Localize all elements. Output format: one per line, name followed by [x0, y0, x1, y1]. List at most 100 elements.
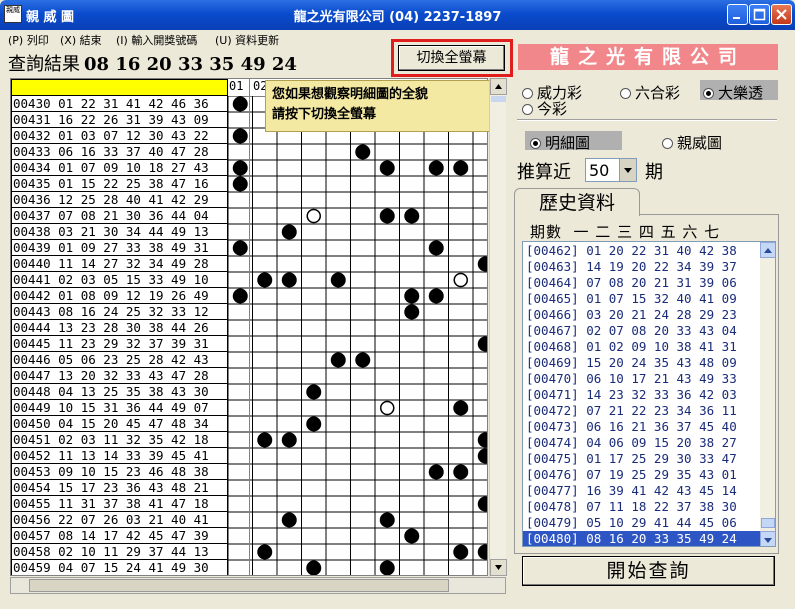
- hit-marker: [404, 208, 420, 224]
- menu-update-data[interactable]: (U) 資料更新: [215, 32, 279, 48]
- calc-label: 推算近: [517, 162, 571, 183]
- hit-marker: [453, 160, 469, 176]
- radio-detail-chart[interactable]: 明細圖: [530, 132, 590, 153]
- hit-marker: [281, 272, 297, 288]
- hit-marker: [379, 208, 395, 224]
- hit-marker: [379, 512, 395, 528]
- hit-marker: [232, 96, 248, 112]
- radio-label: 六合彩: [635, 84, 681, 102]
- grid-row-label: 00435 01 15 22 25 38 47 16: [11, 176, 228, 192]
- query-result: 查詢結果 08 16 20 33 35 49 24: [8, 50, 297, 76]
- hit-marker: [477, 496, 487, 512]
- history-scroll-thumb[interactable]: [761, 518, 775, 528]
- history-row[interactable]: [00462] 01 20 22 31 40 42 38: [523, 243, 760, 259]
- history-list[interactable]: [00462] 01 20 22 31 40 42 38 [00463] 14 1…: [522, 241, 776, 547]
- radio-lotto[interactable]: 大樂透: [703, 82, 763, 103]
- hit-marker: [306, 384, 322, 400]
- hit-marker: [477, 432, 487, 448]
- radio-daily-cash[interactable]: 今彩: [522, 98, 567, 119]
- close-button[interactable]: [771, 4, 792, 25]
- period-unit: 期: [645, 162, 663, 183]
- radio-label: 大樂透: [718, 84, 764, 102]
- history-scroll-up[interactable]: [760, 242, 775, 258]
- column-number: 01: [229, 79, 244, 93]
- scroll-down-button[interactable]: [490, 559, 507, 576]
- history-scroll-down[interactable]: [760, 531, 775, 546]
- history-row[interactable]: [00473] 06 16 21 36 37 45 40: [523, 419, 760, 435]
- history-row[interactable]: [00478] 07 11 18 22 37 38 30: [523, 499, 760, 515]
- radio-relation-chart[interactable]: 親威圖: [662, 132, 722, 153]
- history-row[interactable]: [00479] 05 10 29 41 44 45 06: [523, 515, 760, 531]
- grid-horizontal-scrollbar[interactable]: [10, 577, 506, 594]
- hit-marker: [477, 544, 487, 560]
- grid-row-label: 00451 02 03 11 32 35 42 18: [11, 432, 228, 448]
- history-row[interactable]: [00469] 15 20 24 35 43 48 09: [523, 355, 760, 371]
- history-row[interactable]: [00476] 07 19 25 29 35 43 01: [523, 467, 760, 483]
- grid-row-label: 00436 12 25 28 40 41 42 29: [11, 192, 228, 208]
- grid-row-label: 00433 06 16 33 37 40 47 28: [11, 144, 228, 160]
- special-marker: [453, 272, 468, 288]
- history-row[interactable]: [00463] 14 19 20 22 34 39 37: [523, 259, 760, 275]
- history-row[interactable]: [00464] 07 08 20 21 31 39 06: [523, 275, 760, 291]
- hit-marker: [428, 288, 444, 304]
- hit-marker: [306, 416, 322, 432]
- detail-grid: 01 02 00430 01 22 31 41 42 46 36 00431 16…: [10, 78, 488, 576]
- history-row[interactable]: [00470] 06 10 17 21 43 49 33: [523, 371, 760, 387]
- grid-row-label: 00439 01 09 27 33 38 49 31: [11, 240, 228, 256]
- minimize-icon: [733, 17, 740, 19]
- period-select[interactable]: 50: [585, 158, 637, 182]
- tab-history[interactable]: 歷史資料: [514, 188, 640, 216]
- history-row[interactable]: [00477] 16 39 41 42 43 45 14: [523, 483, 760, 499]
- arrow-up-icon: [495, 84, 502, 89]
- radio-mark-six[interactable]: 六合彩: [620, 82, 680, 103]
- history-row[interactable]: [00471] 14 23 32 33 36 42 03: [523, 387, 760, 403]
- hit-marker: [306, 560, 322, 575]
- hit-marker: [453, 400, 469, 416]
- special-marker: [380, 400, 395, 416]
- grid-header-highlight: [11, 79, 228, 96]
- history-row[interactable]: [00475] 01 17 25 29 30 33 47: [523, 451, 760, 467]
- history-row[interactable]: [00472] 07 21 22 23 34 36 11: [523, 403, 760, 419]
- history-row[interactable]: [00465] 01 07 15 32 40 41 09: [523, 291, 760, 307]
- hit-marker: [477, 448, 487, 464]
- grid-row-label: 00432 01 03 07 12 30 43 22: [11, 128, 228, 144]
- grid-row-label: 00437 07 08 21 30 36 44 04: [11, 208, 228, 224]
- tooltip-line-1: 您如果想觀察明細圖的全貌: [272, 87, 429, 102]
- history-row[interactable]: [00480] 08 16 20 33 35 49 24: [523, 531, 760, 546]
- grid-vertical-scrollbar[interactable]: [489, 78, 507, 577]
- hit-marker: [453, 544, 469, 560]
- grid-row-label: 00447 13 20 32 33 43 47 28: [11, 368, 228, 384]
- start-query-button[interactable]: 開始查詢: [522, 556, 775, 586]
- history-row[interactable]: [00468] 01 02 09 10 38 41 31: [523, 339, 760, 355]
- grid-row-label: 00440 11 14 27 32 34 49 28: [11, 256, 228, 272]
- history-scrollbar[interactable]: [760, 242, 775, 546]
- grid-row-label: 00441 02 03 05 15 33 49 10: [11, 272, 228, 288]
- grid-row-label: 00445 11 23 29 32 37 39 31: [11, 336, 228, 352]
- switch-fullscreen-button[interactable]: 切換全螢幕: [398, 45, 505, 71]
- hit-marker: [355, 352, 371, 368]
- company-banner: 龍之光有限公司: [518, 44, 778, 70]
- maximize-button[interactable]: [749, 4, 770, 25]
- grid-row-label: 00434 01 07 09 10 18 27 43: [11, 160, 228, 176]
- radio-dot: [703, 88, 714, 99]
- hit-marker: [232, 288, 248, 304]
- scroll-up-button[interactable]: [490, 78, 507, 95]
- minimize-button[interactable]: [727, 4, 748, 25]
- grid-row-label: 00448 04 13 25 35 38 43 30: [11, 384, 228, 400]
- grid-row-label: 00450 04 15 20 45 47 48 34: [11, 416, 228, 432]
- period-dropdown-button[interactable]: [619, 159, 636, 181]
- menu-exit[interactable]: (X) 結束: [60, 32, 102, 48]
- grid-row-label: 00444 13 23 28 30 38 44 26: [11, 320, 228, 336]
- history-row[interactable]: [00467] 02 07 08 20 33 43 04: [523, 323, 760, 339]
- menu-input-numbers[interactable]: (I) 輸入開獎號碼: [116, 32, 197, 48]
- period-value: 50: [589, 161, 610, 180]
- history-row[interactable]: [00474] 04 06 09 15 20 38 27: [523, 435, 760, 451]
- special-marker: [306, 208, 321, 224]
- hscroll-thumb[interactable]: [29, 579, 449, 592]
- history-row[interactable]: [00466] 03 20 21 24 28 29 23: [523, 307, 760, 323]
- menu-print[interactable]: (P) 列印: [8, 32, 49, 48]
- query-result-numbers: 08 16 20 33 35 49 24: [84, 54, 297, 75]
- grid-row-label: 00453 09 10 15 23 46 48 38: [11, 464, 228, 480]
- title-bar: 親威 親 威 圖 龍之光有限公司 (04) 2237-1897: [0, 0, 795, 30]
- scroll-thumb[interactable]: [491, 96, 506, 102]
